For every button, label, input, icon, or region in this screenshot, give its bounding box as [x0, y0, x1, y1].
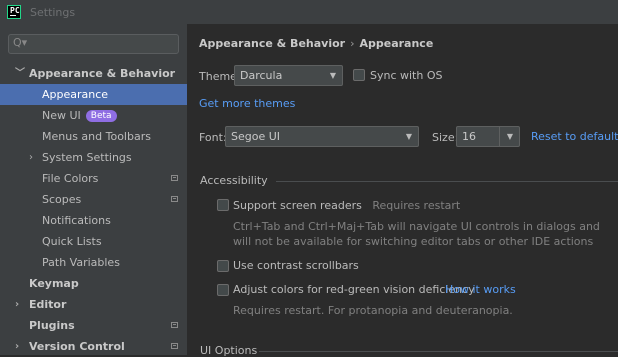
- screen-readers-label: Support screen readers Requires restart: [233, 199, 460, 212]
- sidebar-item-label: Editor: [29, 298, 67, 311]
- settings-content: Appearance & Behavior › Appearance Theme: …: [187, 24, 618, 357]
- size-label: Size:: [432, 131, 459, 144]
- font-size-value: 16: [462, 130, 476, 143]
- dropdown-arrow-icon: ▼: [506, 132, 513, 141]
- screen-readers-description: will not be available for switching edit…: [233, 235, 594, 248]
- sidebar-item-label: Appearance & Behavior: [29, 67, 176, 80]
- contrast-scrollbars-checkbox[interactable]: [217, 260, 229, 272]
- breadcrumb-separator: ›: [350, 37, 355, 50]
- sidebar-item-system-settings[interactable]: › System Settings: [0, 147, 187, 168]
- title-bar: PC Settings: [0, 0, 618, 24]
- search-icon: Q▾: [13, 36, 28, 49]
- sidebar-item-label: Plugins: [29, 319, 75, 332]
- sidebar-item-appearance-behavior[interactable]: ﹀ Appearance & Behavior: [0, 63, 187, 84]
- get-more-themes-link[interactable]: Get more themes: [199, 97, 295, 110]
- project-level-icon: [171, 196, 178, 202]
- sync-with-os-checkbox[interactable]: [353, 69, 365, 81]
- font-select-value: Segoe UI: [231, 130, 281, 143]
- project-level-icon: [171, 322, 178, 328]
- sidebar-item-keymap[interactable]: Keymap: [0, 273, 187, 294]
- sidebar-item-label: Keymap: [29, 277, 79, 290]
- sidebar-item-quick-lists[interactable]: Quick Lists: [0, 231, 187, 252]
- chevron-down-icon[interactable]: ﹀: [15, 63, 25, 84]
- settings-search-input[interactable]: Q▾: [8, 34, 179, 54]
- reset-to-default-link[interactable]: Reset to default: [531, 130, 618, 143]
- sidebar-item-version-control[interactable]: › Version Control: [0, 336, 187, 357]
- font-size-select[interactable]: 16 ▼: [456, 126, 520, 147]
- breadcrumb-parent: Appearance & Behavior: [199, 37, 346, 50]
- sidebar-item-menus-toolbars[interactable]: Menus and Toolbars: [0, 126, 187, 147]
- screen-readers-text: Support screen readers: [233, 199, 362, 212]
- color-deficiency-description: Requires restart. For protanopia and deu…: [233, 304, 513, 317]
- window-title: Settings: [30, 5, 76, 19]
- sidebar-item-plugins[interactable]: Plugins: [0, 315, 187, 336]
- chevron-right-icon[interactable]: ›: [29, 147, 33, 168]
- sidebar-item-label: Scopes: [42, 193, 82, 206]
- contrast-scrollbars-label: Use contrast scrollbars: [233, 259, 359, 272]
- sidebar-item-label: File Colors: [42, 172, 99, 185]
- sidebar-item-editor[interactable]: › Editor: [0, 294, 187, 315]
- settings-sidebar: Q▾ ﹀ Appearance & Behavior Appearance Ne…: [0, 24, 187, 355]
- screen-readers-description: Ctrl+Tab and Ctrl+Maj+Tab will navigate …: [233, 220, 600, 233]
- breadcrumb: Appearance & Behavior › Appearance: [199, 37, 433, 50]
- sidebar-item-appearance[interactable]: Appearance: [0, 84, 187, 105]
- sidebar-item-label: Menus and Toolbars: [42, 130, 151, 143]
- theme-select[interactable]: Darcula ▼: [234, 65, 343, 86]
- screen-readers-checkbox[interactable]: [217, 199, 229, 211]
- sidebar-item-new-ui[interactable]: New UI Beta: [0, 105, 187, 126]
- section-divider: [259, 351, 618, 352]
- sidebar-item-label: Notifications: [42, 214, 111, 227]
- accessibility-section-title: Accessibility: [200, 174, 268, 187]
- ui-options-section-title: UI Options: [200, 344, 258, 357]
- app-logo-icon: PC: [7, 5, 21, 19]
- sidebar-item-label: Quick Lists: [42, 235, 102, 248]
- theme-select-value: Darcula: [240, 69, 283, 82]
- color-deficiency-checkbox[interactable]: [217, 284, 229, 296]
- sidebar-item-label: Appearance: [42, 88, 109, 101]
- sidebar-item-label: Path Variables: [42, 256, 120, 269]
- combo-divider: [499, 127, 500, 146]
- sidebar-item-label: Version Control: [29, 340, 125, 353]
- requires-restart-hint: Requires restart: [372, 199, 461, 212]
- chevron-right-icon[interactable]: ›: [15, 336, 19, 357]
- section-divider: [276, 181, 618, 182]
- dropdown-arrow-icon: ▼: [405, 132, 412, 141]
- sync-with-os-label: Sync with OS: [370, 69, 443, 82]
- project-level-icon: [171, 175, 178, 181]
- font-select[interactable]: Segoe UI ▼: [225, 126, 419, 147]
- chevron-right-icon[interactable]: ›: [15, 294, 19, 315]
- sidebar-item-notifications[interactable]: Notifications: [0, 210, 187, 231]
- sidebar-item-label: System Settings: [42, 151, 132, 164]
- font-label: Font:: [199, 131, 227, 144]
- color-deficiency-label: Adjust colors for red-green vision defic…: [233, 283, 475, 296]
- project-level-icon: [171, 343, 178, 349]
- how-it-works-link[interactable]: How it works: [445, 283, 516, 296]
- breadcrumb-current: Appearance: [359, 37, 434, 50]
- dropdown-arrow-icon: ▼: [329, 71, 336, 80]
- sidebar-item-scopes[interactable]: Scopes: [0, 189, 187, 210]
- sidebar-item-path-variables[interactable]: Path Variables: [0, 252, 187, 273]
- sidebar-item-label: New UI: [42, 109, 81, 122]
- beta-badge: Beta: [85, 110, 117, 122]
- sidebar-item-file-colors[interactable]: File Colors: [0, 168, 187, 189]
